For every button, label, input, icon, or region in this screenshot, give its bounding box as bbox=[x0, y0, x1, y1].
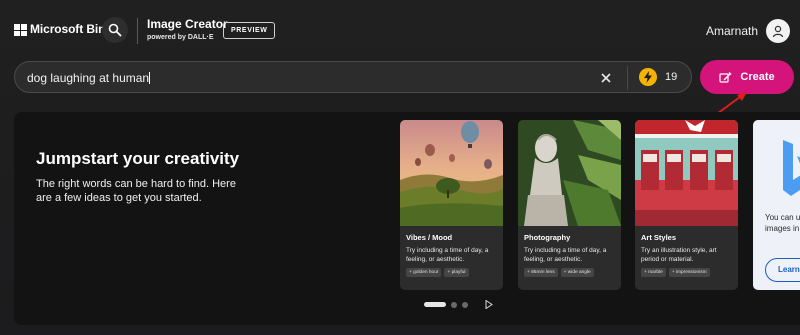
avatar[interactable] bbox=[766, 19, 790, 43]
bing-brand[interactable]: Microsoft Bing bbox=[30, 22, 113, 36]
chip-golden-hour[interactable]: + golden hour bbox=[406, 268, 442, 277]
close-icon bbox=[601, 73, 611, 83]
carousel-dot-1[interactable] bbox=[424, 302, 446, 307]
boost-divider bbox=[627, 66, 628, 90]
carousel-dot-3[interactable] bbox=[462, 301, 468, 308]
user-icon bbox=[772, 25, 784, 38]
prompt-input[interactable]: dog laughing at human bbox=[27, 71, 151, 85]
text-caret bbox=[149, 72, 151, 84]
chip-playful[interactable]: + playful bbox=[444, 268, 469, 277]
chip-label: marble bbox=[648, 270, 663, 275]
card-title: Photography bbox=[524, 233, 571, 242]
art-styles-image bbox=[635, 120, 738, 226]
idea-card-photography[interactable]: Photography Try including a time of day,… bbox=[518, 120, 621, 290]
boosts-indicator[interactable]: 19 bbox=[639, 68, 677, 86]
chip-label: impressionism bbox=[675, 270, 707, 275]
chip-85mm-lens[interactable]: + 85mm lens bbox=[524, 268, 558, 277]
bolt-icon bbox=[639, 68, 657, 86]
card-description: Try including a time of day, a feeling, … bbox=[406, 247, 489, 263]
ideas-panel: Jumpstart your creativity The right word… bbox=[14, 112, 800, 325]
panel-title: Jumpstart your creativity bbox=[36, 149, 240, 168]
panel-description: The right words can be hard to find. Her… bbox=[36, 178, 236, 204]
preview-badge: PREVIEW bbox=[223, 22, 276, 39]
clear-button[interactable] bbox=[597, 69, 615, 87]
learn-card-line-1: You can u bbox=[765, 213, 800, 222]
learn-card-line-2: images in bbox=[765, 224, 800, 233]
create-icon bbox=[719, 71, 732, 83]
chip-marble[interactable]: + marble bbox=[641, 268, 666, 277]
learn-more-card[interactable]: You can u images in Learn bbox=[753, 120, 800, 290]
boost-count: 19 bbox=[665, 71, 678, 83]
card-description: Try including a time of day, a feeling, … bbox=[524, 247, 607, 263]
carousel-pagination bbox=[424, 300, 493, 309]
header: Microsoft Bing Image Creator powered by … bbox=[0, 0, 800, 62]
chip-label: golden hour bbox=[413, 270, 439, 275]
vibes-image bbox=[400, 120, 503, 226]
image-creator-page: Microsoft Bing Image Creator powered by … bbox=[0, 0, 800, 335]
search-button[interactable] bbox=[102, 17, 128, 43]
product-subtitle: powered by DALL·E bbox=[147, 34, 214, 41]
user-name[interactable]: Amarnath bbox=[706, 24, 758, 38]
learn-card-text: You can u images in bbox=[765, 212, 800, 234]
prompt-input-box[interactable]: dog laughing at human 19 bbox=[14, 61, 692, 93]
search-icon bbox=[108, 23, 122, 37]
chip-wide-angle[interactable]: + wide angle bbox=[560, 268, 594, 277]
idea-card-art-styles[interactable]: Art Styles Try an illustration style, ar… bbox=[635, 120, 738, 290]
product-title[interactable]: Image Creator bbox=[147, 17, 228, 31]
bing-logo-icon bbox=[783, 140, 800, 196]
carousel-dot-2[interactable] bbox=[451, 301, 457, 308]
prompt-text: dog laughing at human bbox=[27, 71, 150, 85]
create-label: Create bbox=[740, 71, 775, 83]
header-divider bbox=[137, 18, 138, 44]
card-description: Try an illustration style, art period or… bbox=[641, 247, 717, 263]
learn-more-button[interactable]: Learn bbox=[765, 258, 800, 282]
chip-label: playful bbox=[451, 270, 466, 275]
card-title: Vibes / Mood bbox=[406, 233, 453, 242]
microsoft-logo-icon[interactable] bbox=[14, 24, 27, 36]
chip-impressionism[interactable]: + impressionism bbox=[668, 268, 710, 277]
chip-label: wide angle bbox=[567, 270, 591, 275]
photography-image bbox=[518, 120, 621, 226]
idea-card-vibes[interactable]: Vibes / Mood Try including a time of day… bbox=[400, 120, 503, 290]
card-title: Art Styles bbox=[641, 233, 677, 242]
chip-label: 85mm lens bbox=[531, 270, 555, 275]
next-arrow-icon[interactable] bbox=[485, 300, 493, 309]
